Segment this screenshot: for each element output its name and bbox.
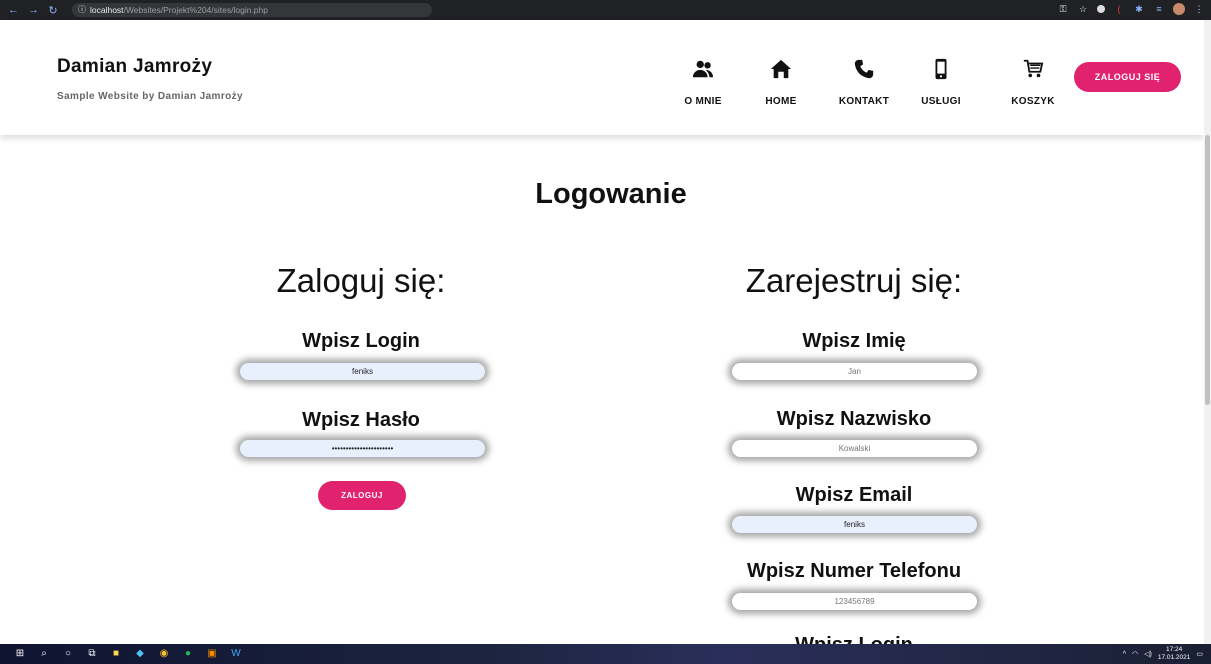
volume-icon[interactable]: ◁) [1144, 650, 1152, 658]
clock-date: 17.01.2021 [1157, 654, 1191, 661]
nav-label: KOSZYK [1011, 96, 1055, 107]
chrome-icon[interactable]: ◉ [158, 648, 170, 660]
login-label: Wpisz Login [302, 330, 420, 352]
reading-list-icon[interactable]: ≡ [1153, 3, 1165, 15]
page-title: Logowanie [535, 178, 687, 210]
password-input[interactable] [240, 440, 485, 457]
menu-icon[interactable]: ⋮ [1193, 3, 1205, 15]
extension-icon[interactable] [1097, 5, 1105, 13]
nav-item-uslugi[interactable]: USŁUGI [906, 58, 976, 107]
name-input[interactable] [732, 363, 977, 380]
password-label: Wpisz Hasło [302, 409, 420, 431]
login-button[interactable]: ZALOGUJ SIĘ [1074, 62, 1181, 92]
network-icon[interactable]: ◠ [1132, 650, 1138, 658]
browser-toolbar: ← → ↻ ⓘ localhost/Websites/Projekt%204/s… [0, 0, 1211, 20]
forward-icon[interactable]: → [28, 4, 39, 16]
brand-subtitle: Sample Website by Damian Jamroży [57, 91, 244, 102]
scrollbar-thumb[interactable] [1205, 135, 1210, 405]
notifications-icon[interactable]: ▭ [1196, 650, 1203, 658]
submit-login-button[interactable]: ZALOGUJ [318, 481, 406, 510]
clock[interactable]: 17:24 17.01.2021 [1158, 646, 1191, 662]
cortana-icon[interactable]: ○ [62, 648, 74, 660]
name-label: Wpisz Imię [802, 330, 906, 352]
back-icon[interactable]: ← [8, 4, 19, 16]
xampp-icon[interactable]: ▣ [206, 648, 218, 660]
url-path: /Websites/Projekt%204/sites/login.php [123, 5, 268, 15]
vscode-icon[interactable]: ◆ [134, 648, 146, 660]
login-input[interactable] [240, 363, 485, 380]
mobile-phone-icon [906, 58, 976, 84]
reload-icon[interactable]: ↻ [48, 4, 58, 17]
url-host: localhost [90, 5, 124, 15]
windows-start-icon[interactable]: ⊞ [14, 648, 26, 660]
register-heading: Zarejestruj się: [745, 262, 963, 299]
store-icon[interactable]: ■ [110, 648, 122, 660]
surname-label: Wpisz Nazwisko [776, 408, 932, 430]
avatar[interactable] [1173, 3, 1185, 15]
nav-item-home[interactable]: HOME [746, 58, 816, 107]
email-input[interactable] [732, 516, 977, 533]
address-bar[interactable]: ⓘ localhost/Websites/Projekt%204/sites/l… [72, 3, 432, 17]
surname-input[interactable] [732, 440, 977, 457]
spotify-icon[interactable]: ● [182, 648, 194, 660]
system-tray: ^ ◠ ◁) 17:24 17.01.2021 ▭ [1123, 644, 1203, 664]
brand-title[interactable]: Damian Jamroży [57, 56, 212, 78]
nav-label: KONTAKT [838, 96, 890, 107]
users-icon [668, 58, 738, 84]
clock-time: 17:24 [1165, 646, 1183, 653]
nav-item-kontakt[interactable]: KONTAKT [829, 58, 899, 107]
site-info-icon[interactable]: ⓘ [78, 3, 86, 17]
phone-input[interactable] [732, 593, 977, 610]
nav-item-o-mnie[interactable]: O MNIE [668, 58, 738, 107]
puzzle-icon[interactable]: ✱ [1133, 3, 1145, 15]
extension-red-icon[interactable]: ( [1113, 3, 1125, 15]
cart-icon [998, 58, 1068, 84]
nav-item-koszyk[interactable]: KOSZYK [998, 58, 1068, 107]
site-header: Damian Jamroży Sample Website by Damian … [0, 20, 1204, 135]
phone-icon [829, 58, 899, 84]
home-icon [746, 58, 816, 84]
nav-label: USŁUGI [921, 96, 961, 107]
word-icon[interactable]: W [230, 648, 242, 660]
chevron-up-icon[interactable]: ^ [1123, 651, 1126, 658]
nav-label: HOME [765, 96, 797, 107]
key-icon[interactable]: ⚿ [1057, 3, 1069, 15]
taskbar: ⊞ ⌕ ○ ⧉ ■ ◆ ◉ ● ▣ W ^ ◠ ◁) 17:24 17.01.2… [0, 644, 1211, 664]
email-label: Wpisz Email [795, 484, 913, 506]
login-heading: Zaloguj się: [276, 262, 446, 299]
phone-label: Wpisz Numer Telefonu [746, 560, 962, 582]
search-icon[interactable]: ⌕ [38, 648, 50, 660]
star-icon[interactable]: ☆ [1077, 3, 1089, 15]
task-view-icon[interactable]: ⧉ [86, 648, 98, 660]
nav-label: O MNIE [684, 96, 722, 107]
